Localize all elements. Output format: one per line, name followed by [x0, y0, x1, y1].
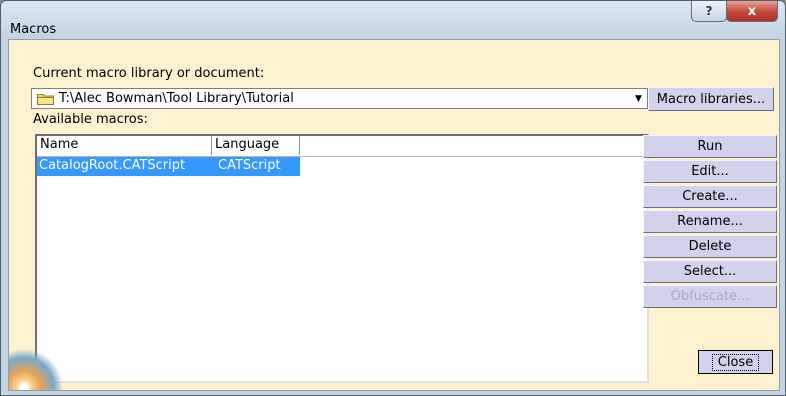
dropdown-arrow-icon[interactable]: ▼	[630, 89, 647, 108]
help-button[interactable]: ?	[691, 1, 727, 22]
macros-list[interactable]: Name Language CatalogRoot.CATScript CATS…	[35, 134, 649, 383]
available-macros-label: Available macros:	[33, 112, 148, 127]
run-button[interactable]: Run	[643, 135, 777, 158]
column-header-name[interactable]: Name	[37, 136, 212, 155]
obfuscate-button: Obfuscate...	[643, 285, 777, 308]
macros-dialog: Macros ? x Current macro library or docu…	[0, 0, 786, 396]
select-button[interactable]: Select...	[643, 260, 777, 283]
library-path: T:\Alec Bowman\Tool Library\Tutorial	[59, 91, 294, 106]
dialog-body: Current macro library or document: T:\Al…	[8, 39, 780, 391]
macro-libraries-button[interactable]: Macro libraries...	[648, 87, 774, 111]
folder-icon	[37, 94, 54, 105]
edit-button[interactable]: Edit...	[643, 160, 777, 183]
window-title: Macros	[10, 22, 57, 37]
table-row[interactable]: CatalogRoot.CATScript CATScript	[37, 157, 300, 176]
library-label: Current macro library or document:	[33, 66, 265, 81]
title-bar[interactable]: Macros ? x	[1, 1, 785, 39]
create-button[interactable]: Create...	[643, 185, 777, 208]
app-orb-icon	[9, 350, 63, 390]
close-button-label: Close	[711, 353, 760, 371]
macro-language: CATScript	[218, 158, 281, 173]
column-header-language[interactable]: Language	[212, 136, 300, 155]
macro-name: CatalogRoot.CATScript	[39, 158, 186, 173]
help-icon: ?	[705, 4, 713, 18]
window-close-button[interactable]: x	[726, 1, 778, 22]
close-icon: x	[747, 3, 757, 19]
delete-button[interactable]: Delete	[643, 235, 777, 258]
close-button[interactable]: Close	[698, 350, 773, 374]
library-dropdown[interactable]: T:\Alec Bowman\Tool Library\Tutorial ▼	[31, 88, 648, 109]
list-header: Name Language	[37, 136, 647, 157]
rename-button[interactable]: Rename...	[643, 210, 777, 233]
